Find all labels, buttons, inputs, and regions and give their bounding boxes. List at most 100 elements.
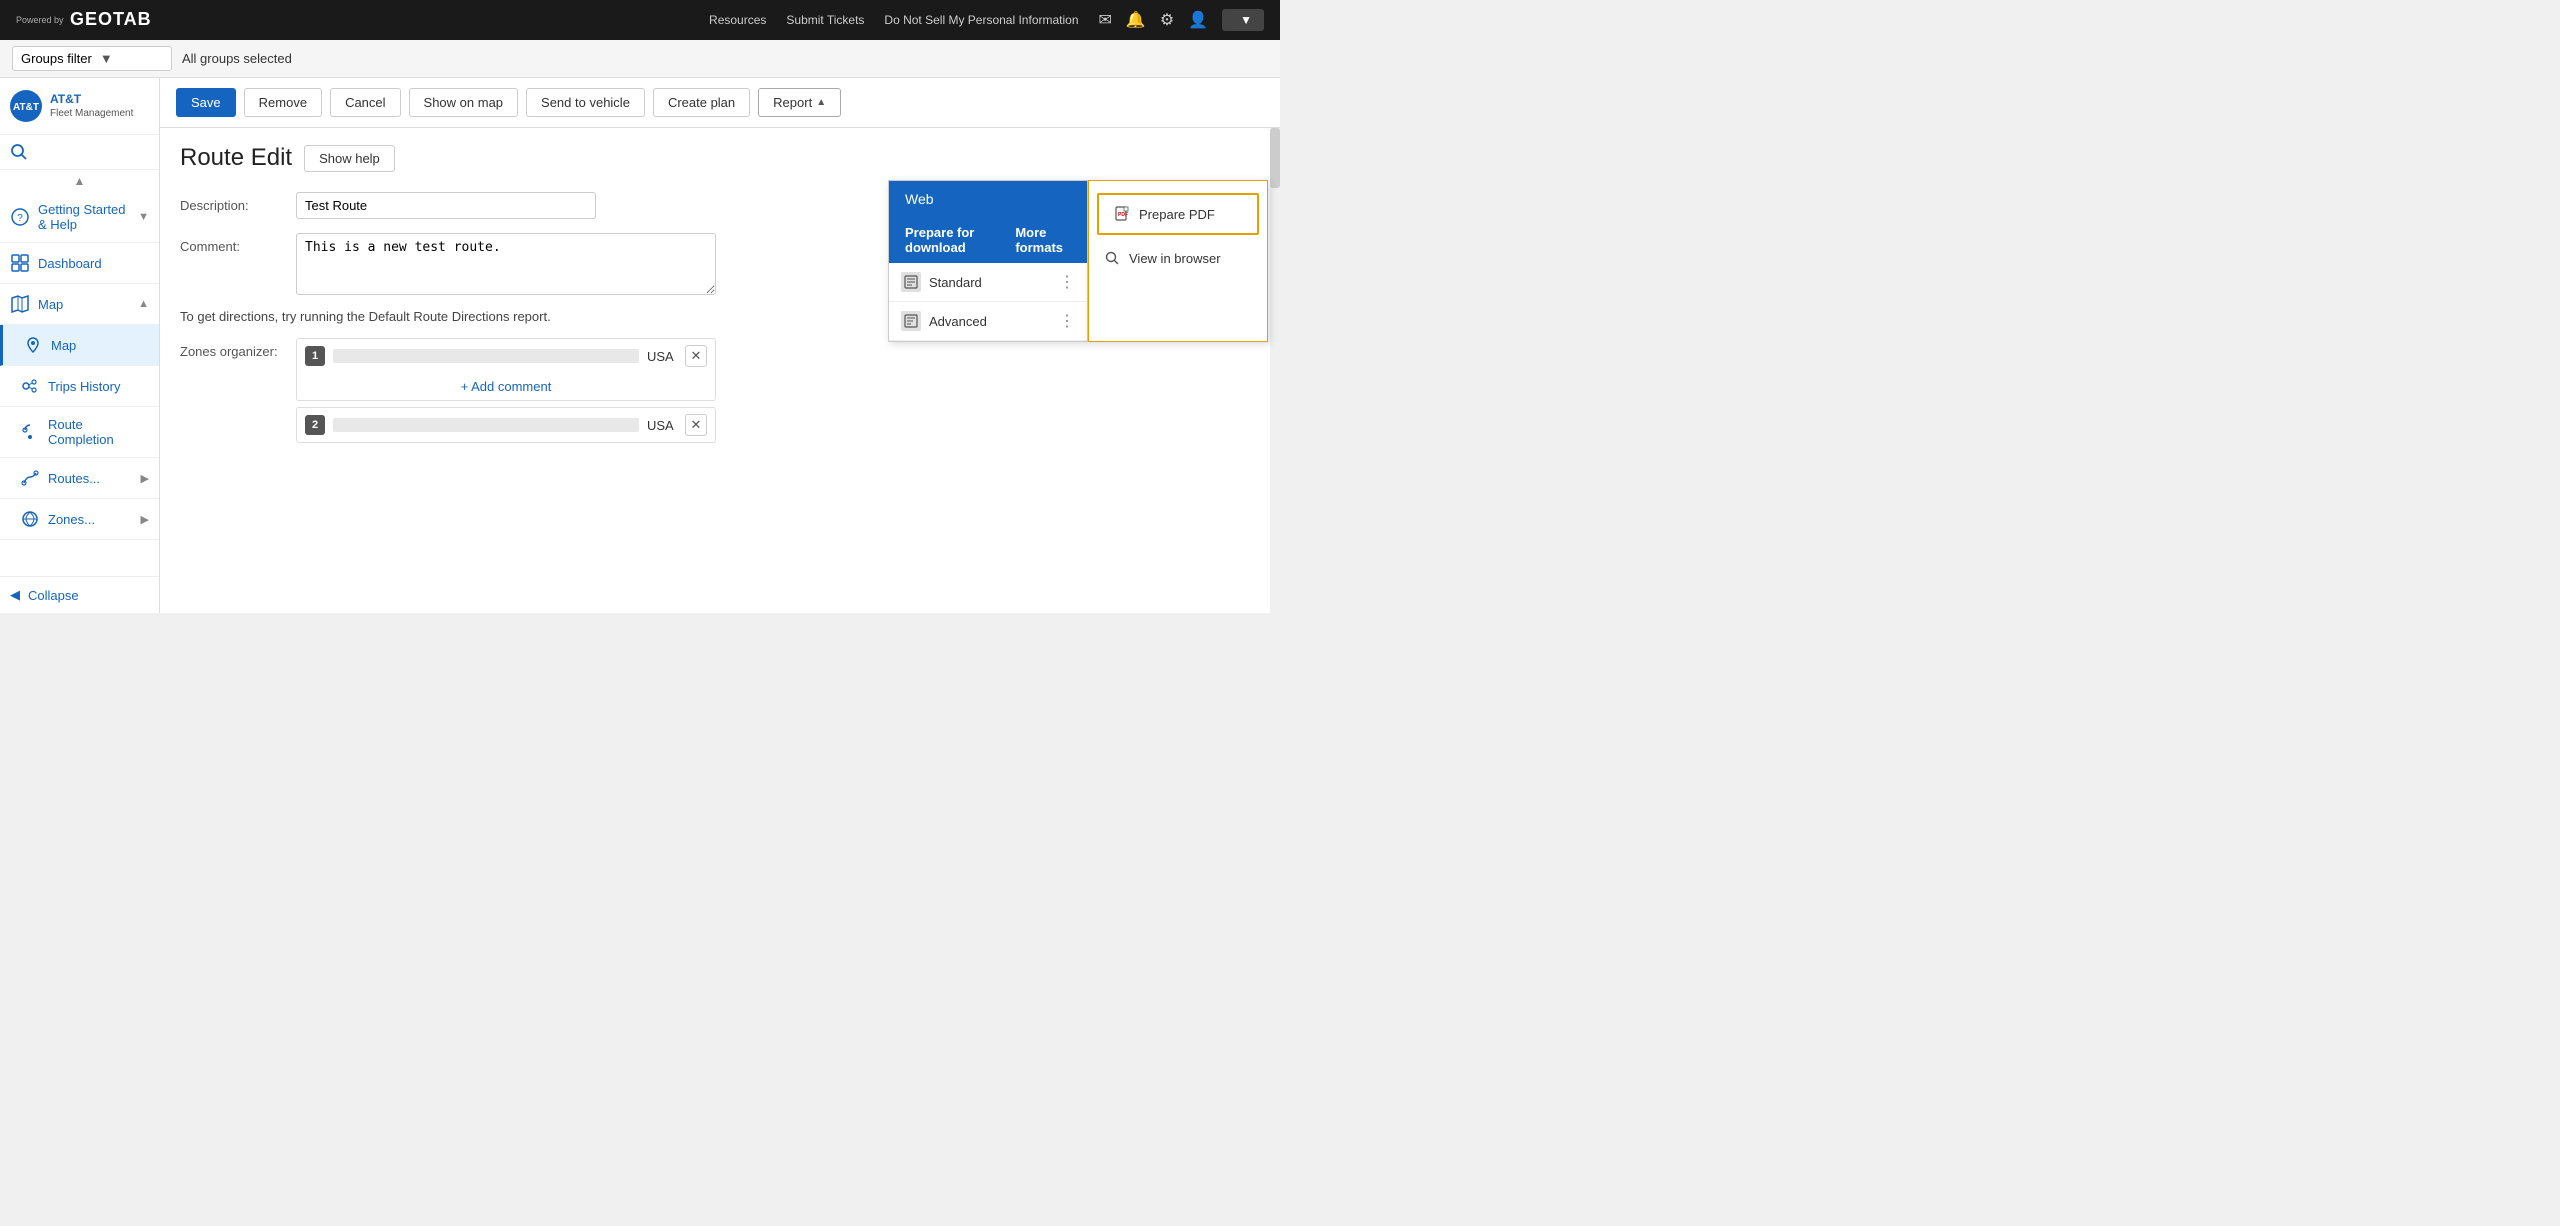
geotab-brand: GEOTAB — [70, 7, 190, 34]
top-bar: Powered by GEOTAB Resources Submit Ticke… — [0, 0, 1280, 40]
sidebar-item-dashboard[interactable]: Dashboard — [0, 243, 159, 284]
dropdown-item-advanced[interactable]: Advanced ⋮ — [889, 302, 1087, 341]
groups-filter-label: Groups filter — [21, 51, 92, 66]
zone-item-1: 1 USA ✕ + Add comment — [296, 338, 716, 401]
do-not-sell-link[interactable]: Do Not Sell My Personal Information — [884, 13, 1078, 27]
dropdown-item-standard[interactable]: Standard ⋮ — [889, 263, 1087, 302]
send-to-vehicle-button[interactable]: Send to vehicle — [526, 88, 645, 117]
zone-item-row-2: 2 USA ✕ — [297, 408, 715, 442]
report-button[interactable]: Report ▲ — [758, 88, 841, 117]
svg-text:AT&T: AT&T — [13, 102, 39, 113]
sidebar-label-zones: Zones... — [48, 512, 95, 527]
zones-icon — [20, 509, 40, 529]
route-completion-icon — [20, 422, 40, 442]
show-help-button[interactable]: Show help — [304, 145, 395, 172]
groups-bar: Groups filter ▼ All groups selected — [0, 40, 1280, 78]
bell-icon[interactable]: 🔔 — [1126, 10, 1146, 30]
advanced-report-icon — [901, 311, 921, 331]
user-menu[interactable]: ▼ — [1222, 9, 1264, 31]
zone-close-1[interactable]: ✕ — [685, 345, 707, 367]
prepare-for-download-label[interactable]: Prepare for download — [905, 225, 995, 255]
report-dropdown-overlay: Web Prepare for download More formats St… — [888, 180, 1268, 342]
content-scroll-thumb[interactable] — [1270, 128, 1280, 188]
top-bar-icons: ✉ 🔔 ⚙ 👤 ▼ — [1099, 9, 1264, 31]
more-formats-label[interactable]: More formats — [1015, 225, 1071, 255]
zone-bar-1 — [333, 349, 639, 363]
description-input[interactable] — [296, 192, 596, 219]
search-icon — [10, 143, 28, 161]
zone-item-2: 2 USA ✕ — [296, 407, 716, 443]
cancel-button[interactable]: Cancel — [330, 88, 400, 117]
create-plan-button[interactable]: Create plan — [653, 88, 750, 117]
sidebar-item-trips-history[interactable]: Trips History — [0, 366, 159, 407]
sidebar-item-map[interactable]: Map ▲ — [0, 284, 159, 325]
sidebar-label-dashboard: Dashboard — [38, 256, 102, 271]
zones-list: 1 USA ✕ + Add comment 2 USA — [296, 338, 716, 449]
resources-link[interactable]: Resources — [709, 13, 766, 27]
toolbar: Save Remove Cancel Show on map Send to v… — [160, 78, 1280, 128]
sidebar-label-getting-started: Getting Started & Help — [38, 202, 130, 232]
remove-button[interactable]: Remove — [244, 88, 322, 117]
user-icon[interactable]: 👤 — [1188, 10, 1208, 30]
sidebar-item-getting-started[interactable]: ? Getting Started & Help ▼ — [0, 192, 159, 243]
routes-icon — [20, 468, 40, 488]
comment-textarea[interactable]: This is a new test route. — [296, 233, 716, 295]
zone-country-1: USA — [647, 349, 677, 364]
sidebar-brand: AT&T Fleet Management — [50, 92, 133, 121]
view-browser-icon — [1103, 249, 1121, 267]
powered-by-text: Powered by — [16, 15, 64, 26]
save-button[interactable]: Save — [176, 88, 236, 117]
zones-organizer-label: Zones organizer: — [180, 338, 280, 359]
mail-icon[interactable]: ✉ — [1099, 10, 1112, 30]
trips-icon — [20, 376, 40, 396]
sidebar-item-routes[interactable]: Routes... ▶ — [0, 458, 159, 499]
groups-selected-text: All groups selected — [182, 51, 292, 66]
scroll-up[interactable]: ▲ — [0, 170, 159, 192]
content-scrollbar[interactable] — [1270, 128, 1280, 613]
dashboard-icon — [10, 253, 30, 273]
report-dropdown-right: PDF Prepare PDF — [1088, 180, 1268, 342]
map-sub-icon — [23, 335, 43, 355]
sidebar-collapse[interactable]: ◀ Collapse — [0, 576, 159, 613]
logo-area: Powered by GEOTAB — [16, 7, 190, 34]
zone-item-row-1: 1 USA ✕ — [297, 339, 715, 373]
description-label: Description: — [180, 192, 280, 213]
zones-organizer-row: Zones organizer: 1 USA ✕ + Add comment — [180, 338, 1260, 449]
sidebar-item-zones[interactable]: Zones... ▶ — [0, 499, 159, 540]
collapse-label: Collapse — [28, 588, 79, 603]
getting-started-arrow: ▼ — [138, 211, 149, 223]
sidebar-item-route-completion[interactable]: Route Completion — [0, 407, 159, 458]
advanced-dots[interactable]: ⋮ — [1059, 311, 1075, 331]
zone-num-2: 2 — [305, 415, 325, 435]
sidebar-label-map: Map — [38, 297, 63, 312]
sidebar-item-map-sub[interactable]: Map — [0, 325, 159, 366]
advanced-label: Advanced — [929, 314, 987, 329]
report-arrow: ▲ — [816, 97, 826, 108]
sidebar: AT&T AT&T Fleet Management ▲ ? Getting S — [0, 78, 160, 613]
dropdown-divider-row: Prepare for download More formats — [889, 217, 1087, 263]
submit-tickets-link[interactable]: Submit Tickets — [786, 13, 864, 27]
view-in-browser-item[interactable]: View in browser — [1089, 239, 1267, 277]
report-dropdown-main: Web Prepare for download More formats St… — [888, 180, 1088, 342]
standard-label: Standard — [929, 275, 982, 290]
prepare-pdf-item[interactable]: PDF Prepare PDF — [1097, 193, 1259, 235]
groups-filter-select[interactable]: Groups filter ▼ — [12, 46, 172, 71]
scroll-up-arrow[interactable]: ▲ — [74, 174, 86, 188]
sidebar-header: AT&T AT&T Fleet Management — [0, 78, 159, 135]
page-title-row: Route Edit Show help — [180, 144, 1260, 172]
comment-label: Comment: — [180, 233, 280, 254]
standard-dots[interactable]: ⋮ — [1059, 272, 1075, 292]
sidebar-label-trips-history: Trips History — [48, 379, 120, 394]
dropdown-web-item[interactable]: Web — [889, 181, 1087, 217]
show-on-map-button[interactable]: Show on map — [409, 88, 519, 117]
groups-filter-arrow: ▼ — [100, 51, 113, 66]
zones-arrow: ▶ — [141, 513, 149, 526]
brand-logo-icon: AT&T — [10, 90, 42, 122]
map-arrow: ▲ — [138, 298, 149, 310]
gear-icon[interactable]: ⚙ — [1160, 10, 1174, 30]
standard-report-icon — [901, 272, 921, 292]
sidebar-label-map-sub: Map — [51, 338, 76, 353]
add-comment-1[interactable]: + Add comment — [297, 373, 715, 400]
zone-close-2[interactable]: ✕ — [685, 414, 707, 436]
sidebar-search-btn[interactable] — [0, 135, 159, 170]
